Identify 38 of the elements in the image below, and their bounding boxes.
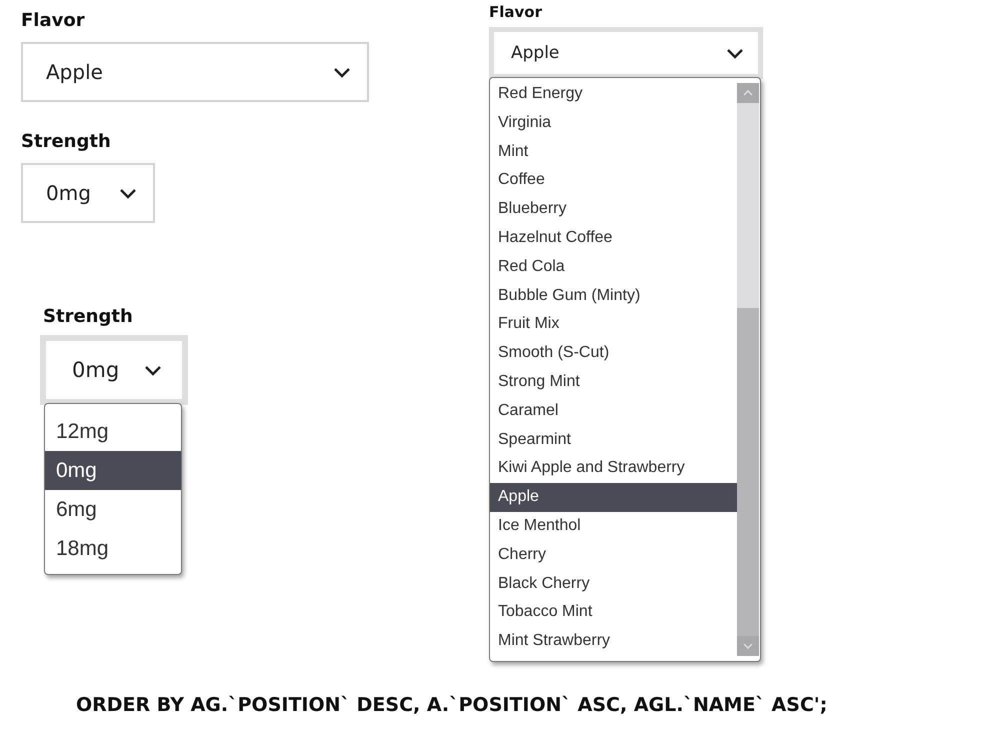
chevron-icon [119, 188, 137, 198]
dropdown-option[interactable]: Red Cola [490, 252, 738, 282]
dropdown-option[interactable]: Apple [490, 483, 738, 512]
scrollbar[interactable] [737, 83, 759, 656]
chevron-icon [333, 66, 351, 78]
dropdown-option[interactable]: Mint [490, 138, 738, 166]
dropdown-option[interactable]: Hazelnut Coffee [490, 224, 738, 253]
dropdown-option[interactable]: Virginia [490, 108, 738, 138]
dropdown-option[interactable]: Caramel [490, 396, 738, 426]
dropdown-option[interactable]: 18mg [45, 529, 181, 568]
select-field[interactable]: Apple [489, 27, 763, 79]
dropdown-option[interactable]: Kiwi Apple and Strawberry [490, 454, 738, 484]
dropdown-option[interactable]: Red Energy [490, 80, 738, 109]
dropdown-option[interactable]: Bubble Gum (Minty) [490, 282, 738, 310]
select-field[interactable]: 0mg [21, 163, 155, 223]
field-label: Strength [21, 131, 111, 152]
field-label: Flavor [489, 3, 542, 21]
dropdown-option[interactable]: Black Cherry [490, 570, 738, 598]
dropdown-option[interactable]: Mint Strawberry [490, 627, 738, 656]
dropdown-option[interactable]: 6mg [45, 490, 181, 529]
dropdown-option[interactable]: 12mg [45, 412, 181, 451]
field-label: Strength [43, 306, 133, 327]
dropdown-option[interactable]: Fruit Mix [490, 310, 738, 340]
dropdown-option[interactable]: Strong Mint [490, 368, 738, 397]
dropdown-option[interactable]: Blueberry [490, 195, 738, 224]
dropdown-option[interactable]: Cherry [490, 540, 738, 570]
select-field[interactable]: 0mg [40, 335, 188, 405]
chevron-icon [726, 48, 744, 58]
chevron-icon [144, 364, 162, 376]
dropdown-option[interactable]: Smooth (S-Cut) [490, 339, 738, 368]
field-label: Flavor [21, 10, 85, 31]
select-field[interactable]: Apple [21, 42, 369, 102]
sql-caption: ORDER BY AG.`POSITION` DESC, A.`POSITION` ASC, AGL.`NAME` ASC'; [76, 694, 828, 716]
dropdown-option[interactable]: Tobacco Mint [490, 598, 738, 628]
dropdown-option[interactable]: Spearmint [490, 426, 738, 454]
dropdown-option[interactable]: Ice Menthol [490, 512, 738, 541]
dropdown-option[interactable]: 0mg [45, 451, 181, 490]
dropdown-option[interactable]: Coffee [490, 166, 738, 196]
